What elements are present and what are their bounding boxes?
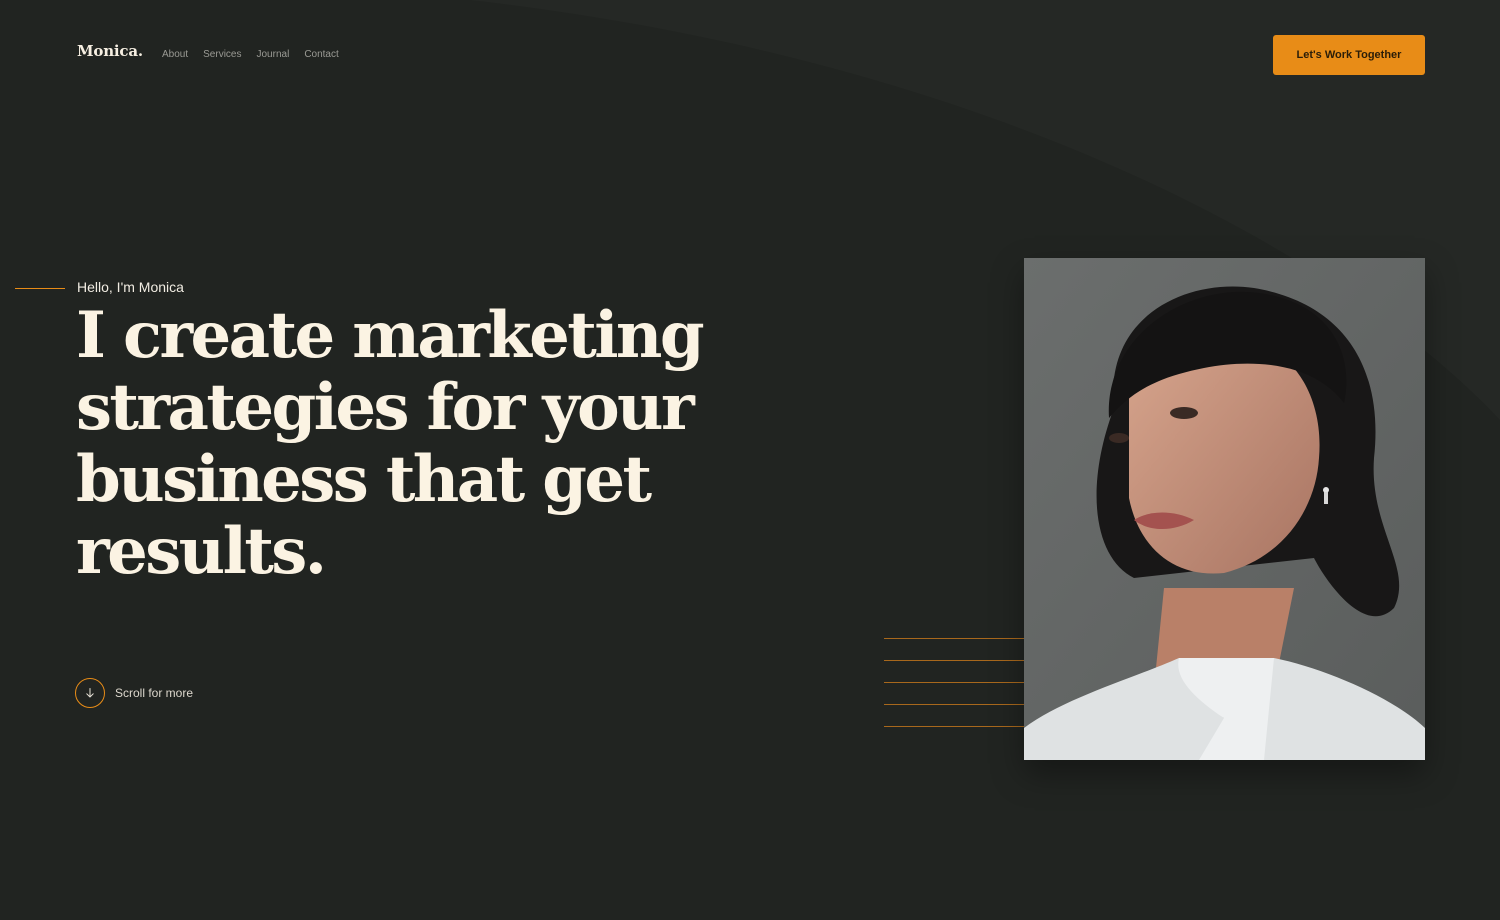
headline-line: results.	[76, 514, 327, 589]
arrow-down-icon	[86, 688, 94, 698]
hero-greeting: Hello, I'm Monica	[77, 279, 184, 295]
headline-line: business that get	[76, 442, 652, 517]
scroll-for-more-button[interactable]: Scroll for more	[75, 678, 193, 708]
decorative-line	[884, 704, 1024, 705]
portrait-photo	[1024, 258, 1425, 760]
logo[interactable]: Monica.	[77, 42, 143, 60]
nav-link-about[interactable]: About	[162, 49, 188, 61]
nav-link-contact[interactable]: Contact	[304, 49, 338, 61]
scroll-circle	[75, 678, 105, 708]
scroll-label: Scroll for more	[115, 686, 194, 700]
decorative-line	[884, 660, 1024, 661]
main-nav: About Services Journal Contact	[162, 49, 339, 61]
nav-link-services[interactable]: Services	[203, 49, 241, 61]
decorative-line	[884, 682, 1024, 683]
decorative-line	[884, 638, 1024, 639]
headline-line: strategies for your	[76, 370, 695, 445]
work-together-button[interactable]: Let's Work Together	[1273, 35, 1425, 75]
nav-link-journal[interactable]: Journal	[257, 49, 290, 61]
hero-headline: I create marketing strategies for your b…	[76, 300, 736, 588]
eyebrow-accent-line	[15, 288, 65, 289]
headline-line: I create marketing	[76, 298, 705, 373]
decorative-lines	[884, 638, 1024, 748]
decorative-line	[884, 726, 1024, 727]
